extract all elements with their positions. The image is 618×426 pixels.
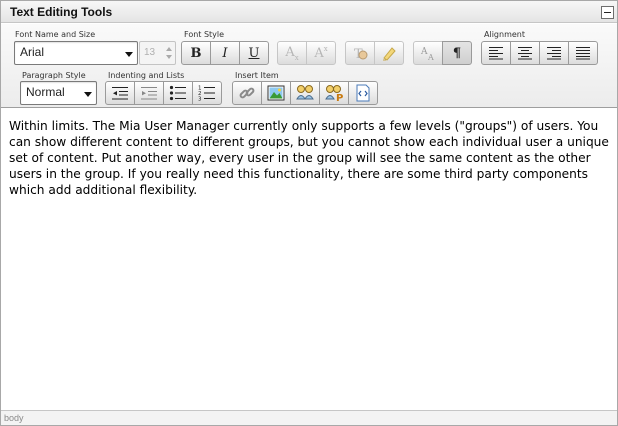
paragraph-style-value: Normal	[26, 85, 65, 99]
insert-item-group: P	[232, 81, 378, 105]
insert-link-button[interactable]	[232, 81, 262, 105]
align-left-button[interactable]	[481, 41, 511, 65]
subscript-icon: Ax	[285, 44, 299, 62]
font-name-value: Arial	[20, 45, 45, 59]
alignment-label: Alignment	[484, 30, 525, 39]
people-p-icon: P	[325, 85, 343, 102]
people-icon	[296, 85, 314, 100]
paragraph-style-select[interactable]: Normal	[20, 81, 97, 105]
superscript-icon: Ax	[314, 45, 328, 61]
insert-people-button[interactable]	[290, 81, 320, 105]
highlight-icon	[383, 47, 396, 61]
indent-list-group: 123	[105, 81, 222, 105]
indent-button[interactable]	[134, 81, 164, 105]
show-marks-button[interactable]: ¶	[442, 41, 472, 65]
status-bar: body	[1, 410, 617, 425]
chevron-down-icon	[84, 92, 92, 97]
collapse-button[interactable]	[601, 6, 614, 19]
align-right-button[interactable]	[539, 41, 569, 65]
align-justify-icon	[576, 47, 590, 60]
numbered-list-icon: 123	[198, 86, 215, 102]
svg-text:A: A	[420, 47, 428, 57]
insert-code-button[interactable]	[348, 81, 378, 105]
insert-people-p-button[interactable]: P	[319, 81, 349, 105]
font-name-size-label: Font Name and Size	[15, 30, 96, 39]
align-justify-button[interactable]	[568, 41, 598, 65]
change-case-button[interactable]: A A	[413, 41, 443, 65]
chevron-down-icon	[125, 52, 133, 57]
outdent-icon	[112, 87, 128, 100]
panel-title: Text Editing Tools	[10, 5, 113, 19]
font-name-select[interactable]: Arial	[14, 41, 138, 65]
underline-button[interactable]: U	[239, 41, 269, 65]
svg-text:3: 3	[198, 97, 202, 102]
font-size-value: 13	[144, 47, 156, 58]
script-group: Ax Ax	[277, 41, 336, 65]
insert-item-label: Insert Item	[235, 71, 279, 80]
text-color-button[interactable]: T	[345, 41, 375, 65]
superscript-button[interactable]: Ax	[306, 41, 336, 65]
insert-image-button[interactable]	[261, 81, 291, 105]
indenting-lists-label: Indenting and Lists	[108, 71, 185, 80]
editor-paragraph: Within limits. The Mia User Manager curr…	[9, 119, 609, 197]
outdent-button[interactable]	[105, 81, 135, 105]
font-style-group: B I U	[181, 41, 269, 65]
paragraph-style-label: Paragraph Style	[22, 71, 86, 80]
bullet-list-button[interactable]	[163, 81, 193, 105]
align-left-icon	[489, 47, 503, 60]
subscript-button[interactable]: Ax	[277, 41, 307, 65]
align-center-button[interactable]	[510, 41, 540, 65]
highlight-button[interactable]	[374, 41, 404, 65]
paragraph-mark-icon: ¶	[452, 45, 462, 61]
editor-toolbar: Font Name and Size Font Style Alignment …	[1, 24, 617, 108]
svg-text:P: P	[336, 93, 343, 102]
title-bar: Text Editing Tools	[1, 1, 617, 23]
element-path[interactable]: body	[4, 413, 24, 423]
change-case-icon: A A	[420, 47, 434, 62]
bullet-list-icon	[169, 85, 186, 101]
text-color-icon: T	[354, 47, 368, 62]
spinner-arrows-icon[interactable]	[165, 42, 173, 64]
text-editing-tools-panel: Text Editing Tools Font Name and Size Fo…	[0, 0, 618, 426]
link-icon	[239, 87, 255, 99]
code-file-icon	[356, 84, 370, 102]
font-size-input[interactable]: 13	[139, 41, 176, 65]
align-center-icon	[518, 47, 532, 60]
editor-content-area[interactable]: Within limits. The Mia User Manager curr…	[1, 109, 617, 410]
indent-icon	[141, 87, 157, 100]
font-style-label: Font Style	[184, 30, 225, 39]
italic-button[interactable]: I	[210, 41, 240, 65]
misc-group: A A ¶	[413, 41, 472, 65]
color-group: T	[345, 41, 404, 65]
svg-text:A: A	[427, 53, 434, 62]
bold-button[interactable]: B	[181, 41, 211, 65]
image-icon	[267, 85, 285, 101]
numbered-list-button[interactable]: 123	[192, 81, 222, 105]
align-right-icon	[547, 47, 561, 60]
alignment-group	[481, 41, 598, 65]
